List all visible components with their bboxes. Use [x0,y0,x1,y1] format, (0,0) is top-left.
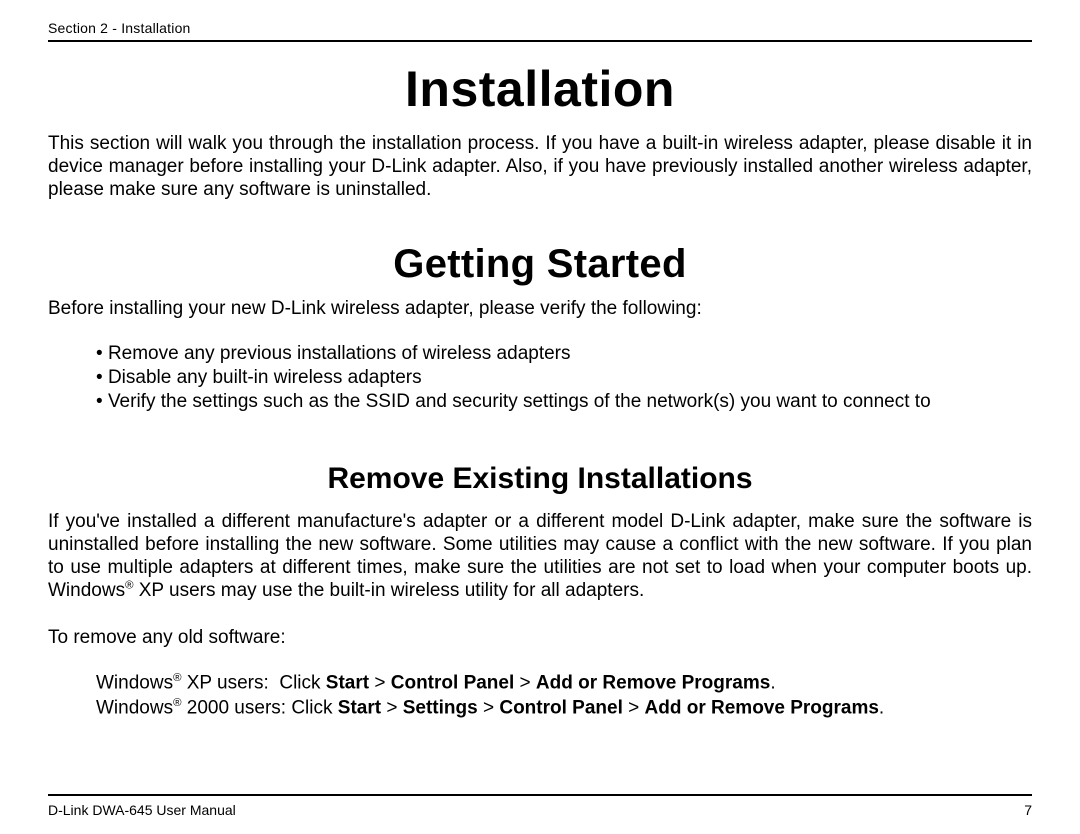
page-footer: D-Link DWA-645 User Manual 7 [48,794,1032,818]
getting-started-title: Getting Started [48,242,1032,287]
footer-manual-name: D-Link DWA-645 User Manual [48,802,236,818]
to-remove-lead: To remove any old software: [48,626,1032,649]
menu-path-start: Start [338,697,381,718]
text-run: XP users: Click [181,673,325,694]
removal-instructions: Windows® XP users: Click Start > Control… [96,671,1032,720]
list-item: Disable any built-in wireless adapters [96,366,1032,390]
text-run: > [381,697,403,718]
getting-started-lead: Before installing your new D-Link wirele… [48,297,1032,320]
menu-path-control-panel: Control Panel [499,697,623,718]
text-run: > [514,673,536,694]
text-run: > [623,697,645,718]
header-section-label: Section 2 - Installation [48,20,1032,42]
page-title: Installation [48,60,1032,118]
remove-existing-paragraph: If you've installed a different manufact… [48,510,1032,603]
menu-path-programs: Add or Remove Programs [645,697,879,718]
text-run: . [879,697,890,718]
menu-path-control-panel: Control Panel [391,673,515,694]
list-item: Verify the settings such as the SSID and… [96,390,1032,414]
text-run: XP users may use the built-in wireless u… [133,580,644,601]
intro-paragraph: This section will walk you through the i… [48,132,1032,202]
text-run: Windows [96,673,173,694]
text-run: . [770,673,781,694]
menu-path-programs: Add or Remove Programs [536,673,770,694]
page-content: Installation This section will walk you … [48,42,1032,794]
instruction-2000: Windows® 2000 users: Click Start > Setti… [96,696,1032,720]
menu-path-settings: Settings [403,697,478,718]
remove-existing-title: Remove Existing Installations [48,462,1032,496]
menu-path-start: Start [326,673,369,694]
list-item: Remove any previous installations of wir… [96,342,1032,366]
text-run: > [369,673,391,694]
text-run: > [478,697,500,718]
footer-page-number: 7 [1024,802,1032,818]
getting-started-bullets: Remove any previous installations of wir… [96,342,1032,414]
text-run: 2000 users: Click [181,697,337,718]
instruction-xp: Windows® XP users: Click Start > Control… [96,671,1032,695]
text-run: Windows [96,697,173,718]
